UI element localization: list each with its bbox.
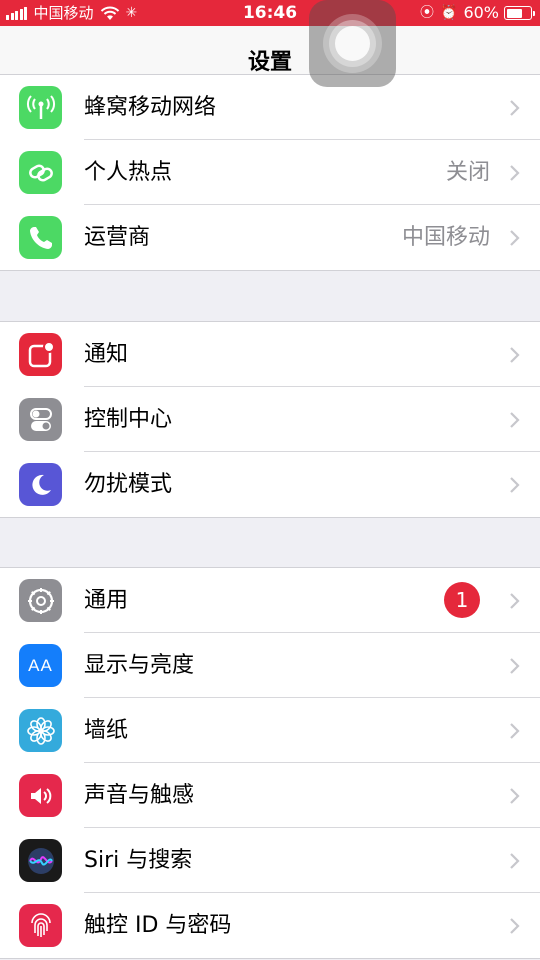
- assistive-touch-button[interactable]: [309, 0, 396, 87]
- settings-row-label: 触控 ID 与密码: [84, 913, 232, 938]
- settings-row-label: 墙纸: [84, 718, 129, 743]
- chevron-right-icon: [510, 165, 520, 181]
- toggle-switches-icon: [19, 398, 62, 441]
- chevron-right-icon: [510, 593, 520, 609]
- chevron-right-icon: [510, 918, 520, 934]
- orientation-lock-icon: ⦿: [420, 5, 434, 21]
- moon-icon: [19, 463, 62, 506]
- status-bar: 中国移动 ✳ 16:46 ⦿ ⏰ 60%: [0, 0, 540, 26]
- settings-row-label: 个人热点: [84, 160, 173, 185]
- settings-row-carrier[interactable]: 运营商 中国移动: [0, 205, 540, 270]
- chevron-right-icon: [510, 723, 520, 739]
- settings-row-control-center[interactable]: 控制中心: [0, 387, 540, 452]
- chevron-right-icon: [510, 412, 520, 428]
- settings-row-notifications[interactable]: 通知: [0, 322, 540, 387]
- settings-row-value: 关闭: [445, 160, 490, 185]
- settings-row-general[interactable]: 通用 1: [0, 568, 540, 633]
- chevron-right-icon: [510, 100, 520, 116]
- flower-icon: [19, 709, 62, 752]
- gear-icon: [19, 579, 62, 622]
- settings-row-personal-hotspot[interactable]: 个人热点 关闭: [0, 140, 540, 205]
- settings-row-touch-id-passcode[interactable]: 触控 ID 与密码: [0, 893, 540, 958]
- settings-group-general: 通用 1 AA 显示与亮度 墙纸 声音与触感 Siri 与搜索 触控 ID 与密…: [0, 567, 540, 959]
- chevron-right-icon: [510, 347, 520, 363]
- settings-group-notifications: 通知 控制中心 勿扰模式: [0, 321, 540, 518]
- settings-row-label: 通用: [84, 588, 129, 613]
- battery-icon: [504, 6, 535, 20]
- page-title: 设置: [247, 50, 292, 75]
- hotspot-link-icon: [19, 151, 62, 194]
- settings-row-label: 显示与亮度: [84, 653, 195, 678]
- settings-row-do-not-disturb[interactable]: 勿扰模式: [0, 452, 540, 517]
- assistive-touch-inner-circle: [335, 26, 370, 61]
- settings-group-network: 蜂窝移动网络 个人热点 关闭 运营商 中国移动: [0, 74, 540, 271]
- settings-row-label: 控制中心: [84, 407, 173, 432]
- settings-row-wallpaper[interactable]: 墙纸: [0, 698, 540, 763]
- settings-row-label: 声音与触感: [84, 783, 195, 808]
- settings-row-cellular[interactable]: 蜂窝移动网络: [0, 75, 540, 140]
- chevron-right-icon: [510, 477, 520, 493]
- speaker-icon: [19, 774, 62, 817]
- siri-icon: [19, 839, 62, 882]
- settings-row-label: 运营商: [84, 225, 151, 250]
- alarm-icon: ⏰: [440, 5, 458, 21]
- chevron-right-icon: [510, 230, 520, 246]
- settings-row-label: Siri 与搜索: [84, 848, 193, 873]
- chevron-right-icon: [510, 853, 520, 869]
- phone-icon: [19, 216, 62, 259]
- text-size-glyph: AA: [28, 655, 53, 675]
- text-size-icon: AA: [19, 644, 62, 687]
- status-right: ⦿ ⏰ 60%: [420, 3, 535, 23]
- settings-row-sounds-haptics[interactable]: 声音与触感: [0, 763, 540, 828]
- settings-row-label: 勿扰模式: [84, 472, 173, 497]
- settings-row-display-brightness[interactable]: AA 显示与亮度: [0, 633, 540, 698]
- chevron-right-icon: [510, 658, 520, 674]
- chevron-right-icon: [510, 788, 520, 804]
- settings-row-label: 通知: [84, 342, 129, 367]
- update-badge: 1: [444, 582, 480, 618]
- settings-row-label: 蜂窝移动网络: [84, 95, 217, 120]
- settings-row-value: 中国移动: [401, 225, 490, 250]
- battery-percentage: 60%: [463, 3, 499, 22]
- notification-icon: [19, 333, 62, 376]
- cellular-antenna-icon: [19, 86, 62, 129]
- settings-row-siri-search[interactable]: Siri 与搜索: [0, 828, 540, 893]
- fingerprint-icon: [19, 904, 62, 947]
